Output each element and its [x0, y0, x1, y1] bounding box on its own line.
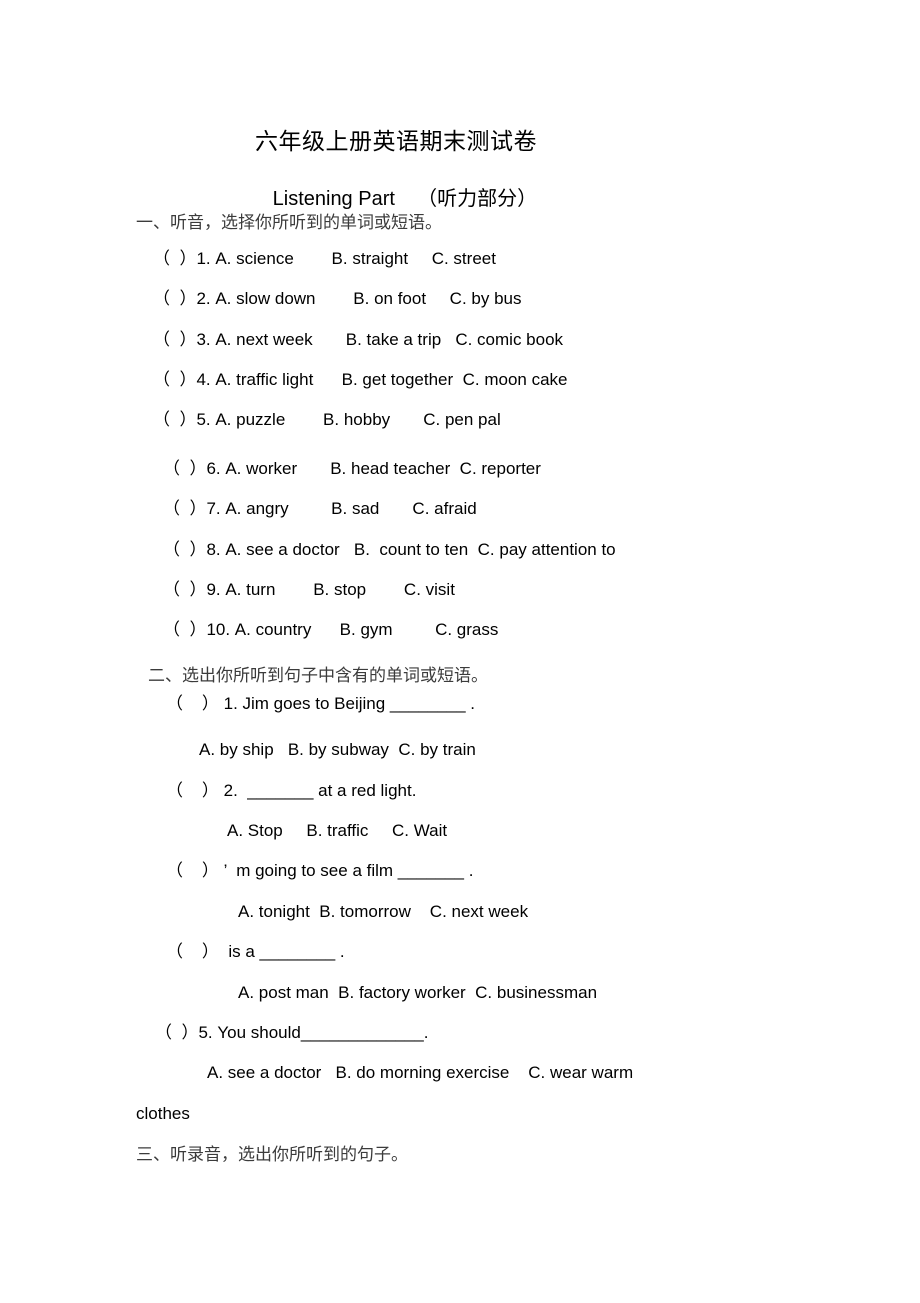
- question-item-4: （ ）4. A. traffic light B. get together C…: [153, 370, 568, 389]
- question-item-8: （ ）8. A. see a doctor B. count to ten C.…: [163, 540, 616, 559]
- question-item-1: （ ）1. A. science B. straight C. street: [153, 249, 496, 268]
- question-item-7: （ ）7. A. angry B. sad C. afraid: [163, 499, 477, 518]
- section-two-options-4: A. post man B. factory worker C. busines…: [238, 983, 598, 1002]
- subtitle-english: Listening Part: [272, 188, 395, 210]
- section-three-heading: 三、听录音，选出你所听到的句子。: [136, 1145, 408, 1164]
- question-item-2: （ ）2. A. slow down B. on foot C. by bus: [153, 289, 522, 308]
- section-two-question-3: （ ） ’ m going to see a film _______ .: [166, 861, 474, 880]
- question-item-3: （ ）3. A. next week B. take a trip C. com…: [153, 330, 564, 349]
- subtitle-chinese: （听力部分）: [417, 188, 538, 210]
- subtitle-gap: [395, 188, 417, 210]
- section-two-options-5-wrap: clothes: [136, 1104, 190, 1123]
- section-two-question-1: （ ） 1. Jim goes to Beijing ________ .: [166, 694, 476, 713]
- exam-paper-page: 六年级上册英语期末测试卷 Listening Part （听力部分） 一、听音，…: [0, 0, 920, 1303]
- section-two-options-2: A. Stop B. traffic C. Wait: [227, 821, 448, 840]
- section-two-heading: 二、选出你所听到句子中含有的单词或短语。: [148, 666, 488, 685]
- section-two-options-3: A. tonight B. tomorrow C. next week: [238, 902, 529, 921]
- question-item-6: （ ）6. A. worker B. head teacher C. repor…: [163, 459, 541, 478]
- question-item-5: （ ）5. A. puzzle B. hobby C. pen pal: [153, 410, 501, 429]
- section-two-question-2: （ ） 2. _______ at a red light.: [166, 781, 417, 800]
- section-one-heading: 一、听音，选择你所听到的单词或短语。: [136, 213, 442, 232]
- section-two-question-5: （ ）5. You should_____________.: [155, 1023, 429, 1042]
- section-two-options-1: A. by ship B. by subway C. by train: [199, 740, 476, 759]
- section-two-question-4: （ ） is a ________ .: [166, 942, 345, 961]
- question-item-9: （ ）9. A. turn B. stop C. visit: [163, 580, 455, 599]
- section-two-options-5: A. see a doctor B. do morning exercise C…: [207, 1063, 634, 1082]
- page-title: 六年级上册英语期末测试卷: [255, 129, 537, 154]
- question-item-10: （ ）10. A. country B. gym C. grass: [163, 620, 499, 639]
